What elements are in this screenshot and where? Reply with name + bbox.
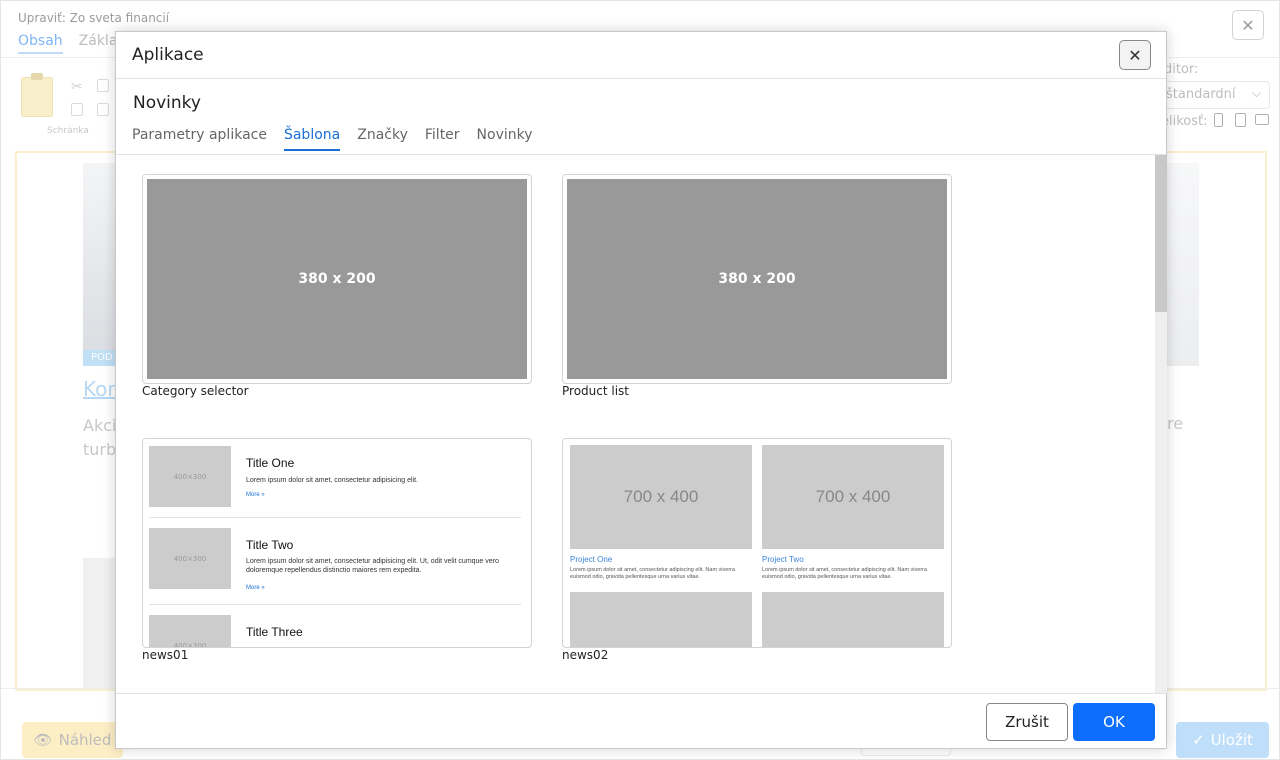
scrollbar[interactable] [1155,155,1167,693]
dialog-header: Aplikace ✕ [116,32,1166,79]
template-card-category-selector[interactable]: 380 x 200 [142,174,532,384]
divider [149,604,521,605]
list-item: 400×300 Title Two Lorem ipsum dolor sit … [149,528,521,591]
template-card-news01[interactable]: 400×300 Title One Lorem ipsum dolor sit … [142,438,532,648]
template-label: news01 [142,648,189,662]
template-card-news02[interactable]: 700 x 400 700 x 400 Project One Lorem ip… [562,438,952,648]
template-label: news02 [562,648,609,662]
thumbnail-image: 400×300 [149,528,231,589]
dialog-close-button[interactable]: ✕ [1119,40,1151,70]
more-link: More » [246,492,265,498]
template-gallery[interactable]: 380 x 200 Category selector 380 x 200 Pr… [116,155,1154,693]
app-name-heading: Novinky [133,93,201,113]
project-text: Lorem ipsum dolor sit amet, consectetur … [762,567,928,580]
application-dialog: Aplikace ✕ Novinky Parametry aplikace Ša… [115,31,1167,749]
thumbnail-image: 700 x 400 [570,445,752,549]
thumbnail-image: 700 x 400 [762,445,944,549]
tab-znacky[interactable]: Značky [357,126,408,151]
tab-filter[interactable]: Filter [425,126,460,151]
thumbnail-image: 400×300 [149,446,231,507]
project-title: Project Two [762,555,804,564]
project-title: Project One [570,555,613,564]
template-preview-placeholder: 380 x 200 [147,179,527,379]
scrollbar-thumb[interactable] [1155,155,1167,312]
item-title: Title Three [246,625,303,639]
divider [116,693,1166,694]
cancel-button[interactable]: Zrušit [986,703,1068,741]
divider [149,517,521,518]
tab-parametry-aplikace[interactable]: Parametry aplikace [132,126,267,151]
more-link: More » [246,585,265,591]
template-label: Product list [562,384,630,398]
thumbnail-image: 400×300 [149,615,231,647]
tab-sablona[interactable]: Šablona [283,126,341,151]
template-preview-placeholder: 380 x 200 [567,179,947,379]
dialog-tabs: Parametry aplikace Šablona Značky Filter… [132,126,550,151]
item-title: Title One [246,456,295,470]
thumbnail-image: 700 x 400 [762,592,944,647]
item-text: Lorem ipsum dolor sit amet, consectetur … [246,558,499,574]
template-card-product-list[interactable]: 380 x 200 [562,174,952,384]
close-icon: ✕ [1128,45,1142,65]
thumbnail-image: 700 x 400 [570,592,752,647]
list-item: 400×300 Title Three [149,615,521,647]
item-title: Title Two [246,538,294,552]
list-item: 400×300 Title One Lorem ipsum dolor sit … [149,446,521,508]
dialog-title: Aplikace [132,45,204,65]
item-text: Lorem ipsum dolor sit amet, consectetur … [246,477,418,484]
project-text: Lorem ipsum dolor sit amet, consectetur … [570,567,736,580]
template-label: Category selector [142,384,249,398]
ok-button[interactable]: OK [1073,703,1155,741]
tab-novinky[interactable]: Novinky [477,126,533,151]
